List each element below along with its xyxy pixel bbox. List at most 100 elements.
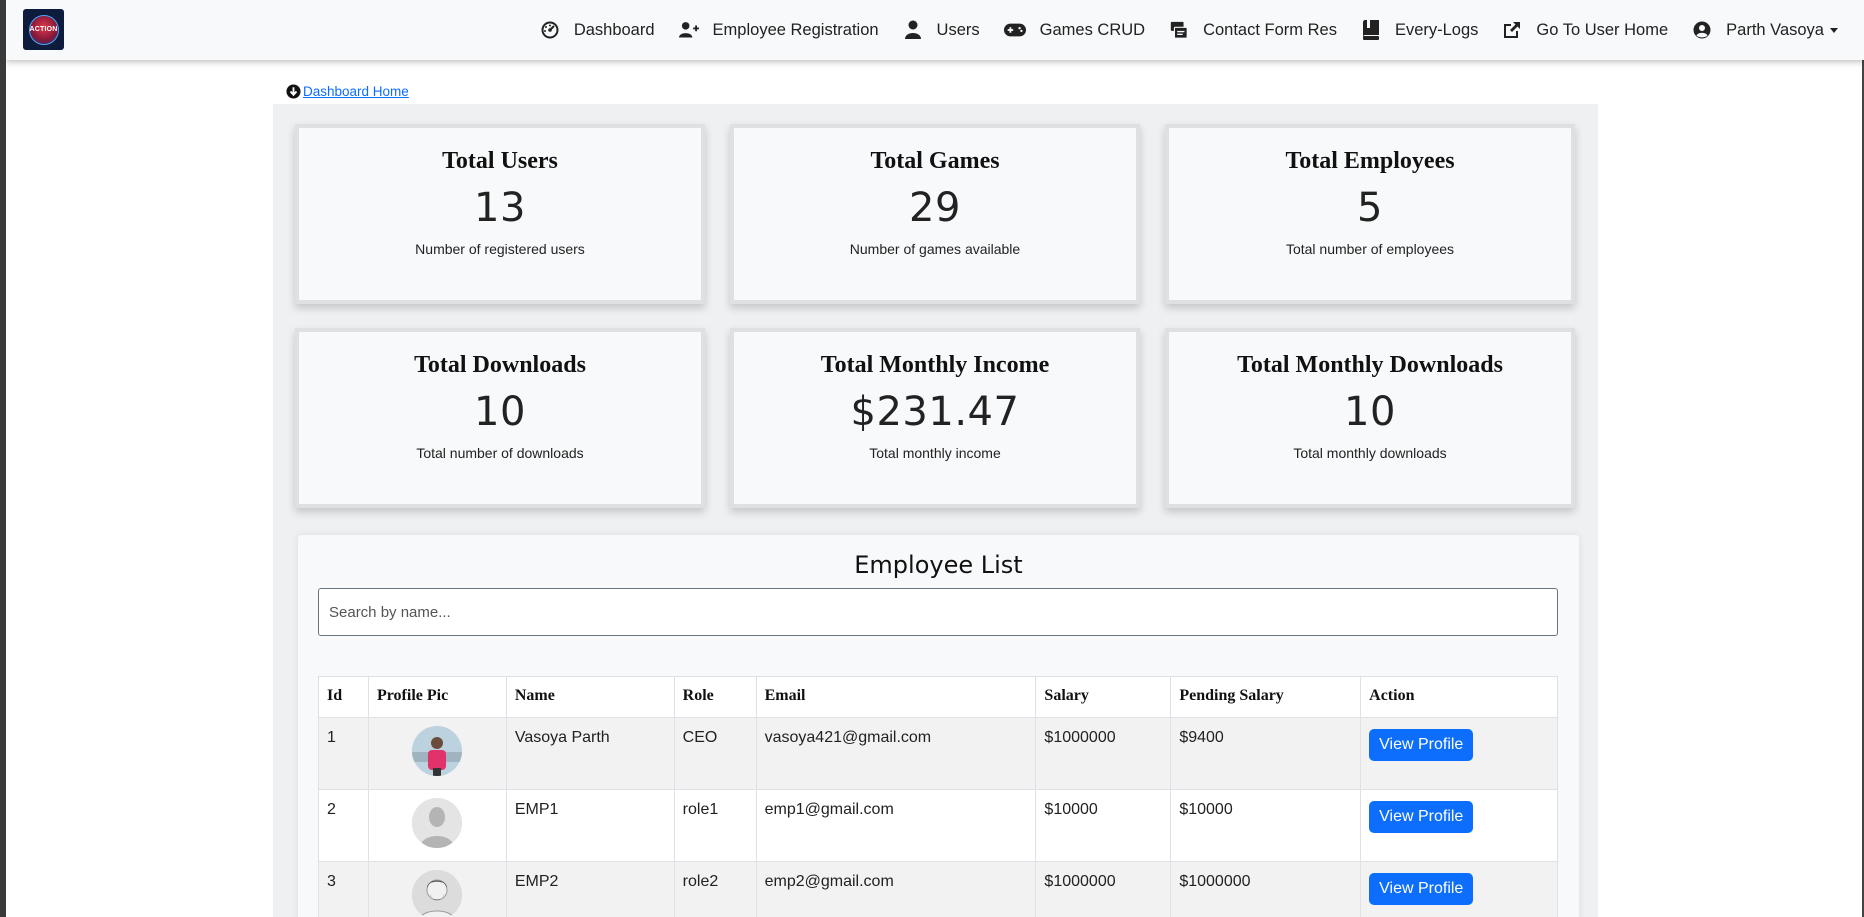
cell-role: role1 xyxy=(673,789,757,862)
card-title: Total Users xyxy=(442,148,558,174)
cell-pending-salary: $1000000 xyxy=(1170,861,1362,917)
contact-card-icon xyxy=(1170,21,1188,39)
nav-label: Every-Logs xyxy=(1394,20,1479,39)
nav-user-menu[interactable]: Parth Vasoya xyxy=(1680,0,1850,60)
nav-label: Contact Form Res xyxy=(1203,20,1337,39)
column-header-action: Action xyxy=(1360,676,1558,718)
avatar xyxy=(412,726,463,776)
view-profile-button[interactable]: View Profile xyxy=(1369,873,1474,905)
table-row: 3 EMP2 role2 emp2@gmail.com $1000000 $10… xyxy=(318,861,1558,917)
view-profile-button[interactable]: View Profile xyxy=(1369,729,1474,761)
nav-label: Dashboard xyxy=(573,20,655,39)
external-link-icon xyxy=(1504,22,1521,38)
card-total-games: Total Games 29 Number of games available xyxy=(730,124,1140,304)
card-title: Total Downloads xyxy=(414,352,586,378)
cell-pending-salary: $9400 xyxy=(1170,717,1362,790)
cell-name: EMP2 xyxy=(505,861,675,917)
avatar xyxy=(412,798,463,848)
card-value: 10 xyxy=(1344,389,1396,435)
card-desc: Total number of downloads xyxy=(416,445,584,461)
nav-every-logs[interactable]: Every-Logs xyxy=(1349,0,1490,60)
gamepad-icon xyxy=(1003,23,1026,37)
cell-action: View Profile xyxy=(1360,789,1558,862)
cell-email: emp2@gmail.com xyxy=(755,861,1037,917)
table-header-row: Id Profile Pic Name Role Email Salary Pe… xyxy=(318,676,1558,718)
card-value: 13 xyxy=(474,185,526,231)
card-value: 5 xyxy=(1357,185,1383,231)
profile-photo-icon xyxy=(412,726,463,776)
column-header-profile-pic: Profile Pic xyxy=(367,676,507,718)
nav-employee-registration[interactable]: Employee Registration xyxy=(667,0,891,60)
search-input[interactable] xyxy=(318,588,1558,636)
card-value: $231.47 xyxy=(850,389,1020,435)
table-row: 2 EMP1 role1 emp1@gmail.com $10000 $1000… xyxy=(318,789,1558,862)
card-value: 10 xyxy=(474,389,526,435)
card-total-monthly-income: Total Monthly Income $231.47 Total month… xyxy=(730,328,1140,508)
cell-name: EMP1 xyxy=(505,789,675,862)
nav-label: Go To User Home xyxy=(1536,20,1669,39)
bearded-avatar-icon xyxy=(412,870,463,917)
nav-go-to-user-home[interactable]: Go To User Home xyxy=(1490,0,1680,60)
column-header-name: Name xyxy=(505,676,675,718)
employee-list-title: Employee List xyxy=(854,551,1023,579)
cell-role: role2 xyxy=(673,861,757,917)
card-desc: Total monthly downloads xyxy=(1293,445,1447,461)
cell-email: emp1@gmail.com xyxy=(755,789,1037,862)
top-navbar: ACTION Dashboard Employee Registration U… xyxy=(6,0,1864,60)
cell-profile-pic xyxy=(367,789,507,862)
nav-items: Dashboard Employee Registration Users Ga… xyxy=(528,0,1850,60)
card-title: Total Games xyxy=(870,148,1000,174)
card-desc: Total number of employees xyxy=(1285,241,1455,257)
table-row: 1 Vasoya Parth CEO vasoya421@gmail.com $… xyxy=(318,717,1558,790)
cell-profile-pic xyxy=(367,717,507,790)
nav-contact-form-res[interactable]: Contact Form Res xyxy=(1157,0,1349,60)
nav-label: Users xyxy=(936,20,980,39)
user-plus-icon xyxy=(678,22,699,38)
cell-id: 2 xyxy=(318,789,369,862)
cell-salary: $10000 xyxy=(1035,789,1172,862)
column-header-email: Email xyxy=(755,676,1037,718)
chevron-down-icon xyxy=(1830,27,1838,33)
column-header-role: Role xyxy=(673,676,757,718)
cell-email: vasoya421@gmail.com xyxy=(755,717,1037,790)
card-desc: Number of games available xyxy=(849,241,1021,257)
card-desc: Number of registered users xyxy=(415,241,585,257)
cell-profile-pic xyxy=(367,861,507,917)
card-total-employees: Total Employees 5 Total number of employ… xyxy=(1165,124,1575,304)
dashboard-home-link[interactable]: Dashboard Home xyxy=(303,84,409,99)
card-title: Total Employees xyxy=(1285,148,1455,174)
nav-label: Games CRUD xyxy=(1039,20,1146,39)
arrow-circle-down-icon xyxy=(286,84,301,99)
cell-salary: $1000000 xyxy=(1035,861,1172,917)
nav-users[interactable]: Users xyxy=(891,0,992,60)
nav-label: Employee Registration xyxy=(712,20,879,39)
nav-games-crud[interactable]: Games CRUD xyxy=(992,0,1157,60)
user-circle-icon xyxy=(1693,21,1711,39)
card-desc: Total monthly income xyxy=(869,445,1001,461)
card-title: Total Monthly Downloads xyxy=(1237,352,1503,378)
cell-pending-salary: $10000 xyxy=(1170,789,1362,862)
cell-id: 1 xyxy=(318,717,369,790)
brand-logo[interactable]: ACTION xyxy=(23,9,64,50)
cell-role: CEO xyxy=(673,717,757,790)
column-header-salary: Salary xyxy=(1035,676,1172,718)
cell-name: Vasoya Parth xyxy=(505,717,675,790)
nav-label: Parth Vasoya xyxy=(1726,20,1824,39)
nav-dashboard[interactable]: Dashboard xyxy=(528,0,667,60)
book-icon xyxy=(1362,20,1379,40)
cell-action: View Profile xyxy=(1360,861,1558,917)
employee-list-panel: Employee List Id Profile Pic Name Role E… xyxy=(298,535,1579,917)
breadcrumb: Dashboard Home xyxy=(286,84,409,99)
cell-salary: $1000000 xyxy=(1035,717,1172,790)
card-total-users: Total Users 13 Number of registered user… xyxy=(295,124,705,304)
logo-text: ACTION xyxy=(29,26,58,33)
column-header-pending-salary: Pending Salary xyxy=(1170,676,1362,718)
avatar xyxy=(412,870,463,917)
employee-table: Id Profile Pic Name Role Email Salary Pe… xyxy=(318,676,1558,917)
column-header-id: Id xyxy=(318,676,369,718)
page: ACTION Dashboard Employee Registration U… xyxy=(6,0,1864,917)
card-title: Total Monthly Income xyxy=(820,352,1050,378)
card-total-monthly-downloads: Total Monthly Downloads 10 Total monthly… xyxy=(1165,328,1575,508)
view-profile-button[interactable]: View Profile xyxy=(1369,801,1474,833)
card-value: 29 xyxy=(909,185,961,231)
